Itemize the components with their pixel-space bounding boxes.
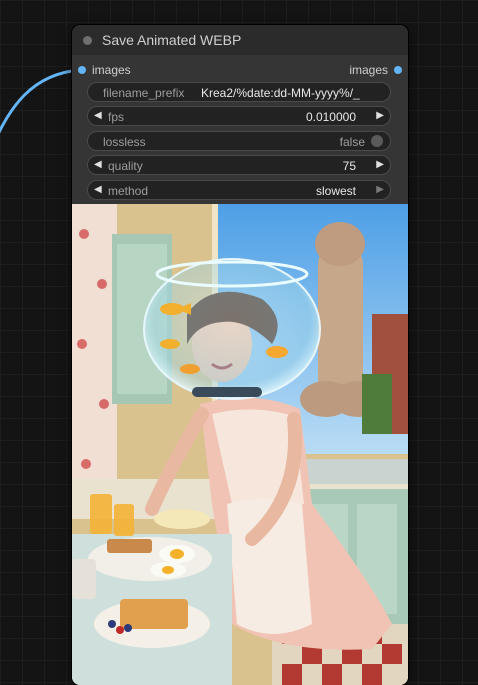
output-slot-dot-icon[interactable] [394,66,402,74]
lossless-label: lossless [103,135,146,149]
fps-increment-arrow-icon[interactable]: ▶ [376,109,384,123]
output-slot-label: images [349,63,388,77]
filename-prefix-widget[interactable]: filename_prefix Krea2/%date:dd-MM-yyyy%/… [87,82,391,102]
slots-row: images images [72,63,408,77]
save-animated-webp-node[interactable]: Save Animated WEBP images images filenam… [72,25,408,685]
input-slot-label: images [92,63,131,77]
lossless-value: false [339,135,365,149]
fps-decrement-arrow-icon[interactable]: ◀ [94,109,102,123]
node-title: Save Animated WEBP [102,32,242,48]
fps-widget[interactable]: ◀ fps 0.010000 ▶ [87,106,391,126]
fps-value: 0.010000 [305,110,356,124]
input-slot-dot-icon[interactable] [78,66,86,74]
filename-prefix-label: filename_prefix [103,86,185,100]
filename-prefix-value: Krea2/%date:dd-MM-yyyy%/_ [201,86,360,100]
quality-value: 75 [342,159,356,173]
lossless-toggle-icon[interactable] [371,135,383,147]
quality-widget[interactable]: ◀ quality 75 ▶ [87,155,391,175]
lossless-widget[interactable]: lossless false [87,131,391,151]
image-preview[interactable] [72,204,408,685]
method-widget[interactable]: ◀ method slowest ▶ [87,180,391,200]
node-title-bar[interactable]: Save Animated WEBP [72,25,408,55]
method-value: slowest [315,184,356,198]
method-prev-arrow-icon[interactable]: ◀ [94,183,102,197]
collapse-toggle-icon[interactable] [83,36,92,45]
quality-increment-arrow-icon[interactable]: ▶ [376,158,384,172]
quality-label: quality [108,159,143,173]
fps-label: fps [108,110,125,124]
preview-illustration [72,204,408,685]
quality-decrement-arrow-icon[interactable]: ◀ [94,158,102,172]
method-label: method [108,184,149,198]
method-next-arrow-icon[interactable]: ▶ [376,183,384,197]
